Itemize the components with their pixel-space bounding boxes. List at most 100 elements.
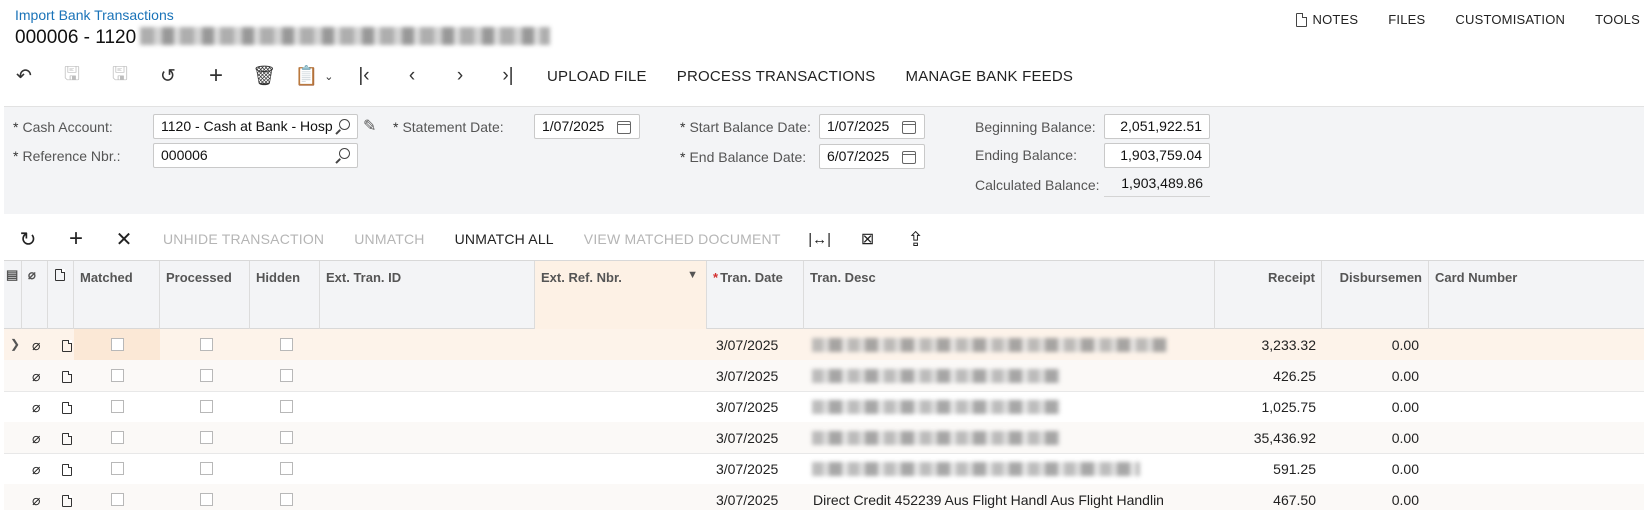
table-row[interactable]: ⌀ 3/07/2025 Direct Credit 452239 Aus Fligh… [4, 484, 1644, 510]
table-row[interactable]: ⌀ 3/07/2025 1,025.75 0.00 [4, 391, 1644, 423]
add-icon[interactable]: + [192, 60, 240, 92]
calendar-icon[interactable] [617, 121, 631, 134]
ext-ref-nbr-cell[interactable] [535, 360, 707, 392]
tran-desc-cell[interactable] [804, 329, 1215, 361]
hidden-checkbox[interactable] [280, 400, 293, 413]
previous-record-icon[interactable]: ‹ [388, 60, 436, 92]
card-number-cell[interactable] [1429, 422, 1644, 454]
ext-tran-id-cell[interactable] [320, 453, 535, 485]
manage-bank-feeds-button[interactable]: MANAGE BANK FEEDS [891, 68, 1089, 85]
process-transactions-button[interactable]: PROCESS TRANSACTIONS [662, 68, 891, 85]
col-tran-date[interactable]: * Tran. Date [707, 261, 804, 329]
row-selector-header-icon[interactable]: ▤ [4, 261, 22, 329]
processed-cell[interactable] [160, 329, 250, 361]
refresh-icon[interactable]: ↻ [4, 224, 52, 254]
calendar-icon[interactable] [902, 151, 916, 164]
tran-date-cell[interactable]: 3/07/2025 [707, 360, 804, 392]
matched-cell[interactable] [74, 391, 160, 423]
hidden-cell[interactable] [250, 360, 320, 392]
fit-columns-icon[interactable]: |↔| [796, 224, 844, 254]
col-disbursement[interactable]: Disbursemen [1322, 261, 1429, 329]
matched-cell[interactable] [74, 484, 160, 510]
ext-tran-id-cell[interactable] [320, 484, 535, 510]
processed-checkbox[interactable] [200, 369, 213, 382]
ext-ref-nbr-cell[interactable] [535, 329, 707, 361]
matched-checkbox[interactable] [111, 493, 124, 506]
ext-ref-nbr-cell[interactable] [535, 391, 707, 423]
ext-tran-id-cell[interactable] [320, 391, 535, 423]
notes-link[interactable]: NOTES [1281, 12, 1373, 27]
hidden-cell[interactable] [250, 484, 320, 510]
matched-cell[interactable] [74, 360, 160, 392]
processed-checkbox[interactable] [200, 400, 213, 413]
filter-icon[interactable]: ▼ [687, 269, 698, 281]
upload-icon[interactable]: ⇪ [892, 224, 940, 254]
col-hidden[interactable]: Hidden [250, 261, 320, 329]
ext-tran-id-cell[interactable] [320, 360, 535, 392]
calendar-icon[interactable] [902, 121, 916, 134]
matched-checkbox[interactable] [111, 462, 124, 475]
col-receipt[interactable]: Receipt [1215, 261, 1322, 329]
matched-cell[interactable] [74, 422, 160, 454]
hidden-checkbox[interactable] [280, 431, 293, 444]
table-row[interactable]: ⌀ 3/07/2025 591.25 0.00 [4, 453, 1644, 485]
disbursement-cell[interactable]: 0.00 [1322, 484, 1425, 510]
disbursement-cell[interactable]: 0.00 [1322, 453, 1425, 485]
ext-tran-id-cell[interactable] [320, 422, 535, 454]
attachment-icon[interactable]: ⌀ [26, 484, 48, 510]
matched-cell[interactable] [74, 329, 160, 361]
card-number-cell[interactable] [1429, 391, 1644, 423]
receipt-cell[interactable]: 3,233.32 [1215, 329, 1322, 361]
tran-desc-cell[interactable] [804, 422, 1215, 454]
hidden-checkbox[interactable] [280, 338, 293, 351]
processed-cell[interactable] [160, 484, 250, 510]
tran-desc-cell[interactable] [804, 453, 1215, 485]
card-number-cell[interactable] [1429, 484, 1644, 510]
search-icon[interactable] [339, 119, 350, 130]
tran-desc-cell[interactable] [804, 360, 1215, 392]
attachment-icon[interactable]: ⌀ [26, 422, 48, 454]
receipt-cell[interactable]: 467.50 [1215, 484, 1322, 510]
col-processed[interactable]: Processed [160, 261, 250, 329]
col-ext-tran-id[interactable]: Ext. Tran. ID [320, 261, 535, 329]
cancel-icon[interactable]: ↺ [144, 60, 192, 92]
next-record-icon[interactable]: › [436, 60, 484, 92]
unmatch-all-button[interactable]: UNMATCH ALL [440, 231, 569, 247]
ext-tran-id-cell[interactable] [320, 329, 535, 361]
matched-checkbox[interactable] [111, 338, 124, 351]
disbursement-cell[interactable]: 0.00 [1322, 329, 1425, 361]
tran-desc-cell[interactable]: Direct Credit 452239 Aus Flight Handl Au… [804, 484, 1164, 510]
reference-nbr-field[interactable]: 000006 [153, 143, 358, 168]
edit-pencil-icon[interactable]: ✎ [363, 116, 376, 136]
hidden-cell[interactable] [250, 391, 320, 423]
delete-row-icon[interactable]: ✕ [100, 224, 148, 254]
processed-checkbox[interactable] [200, 462, 213, 475]
attachment-icon[interactable]: ⌀ [26, 360, 48, 392]
unhide-transaction-button[interactable]: UNHIDE TRANSACTION [148, 231, 339, 247]
add-row-icon[interactable]: + [52, 224, 100, 254]
receipt-cell[interactable]: 426.25 [1215, 360, 1322, 392]
disbursement-cell[interactable]: 0.00 [1322, 360, 1425, 392]
disbursement-cell[interactable]: 0.00 [1322, 422, 1425, 454]
matched-checkbox[interactable] [111, 431, 124, 444]
matched-cell[interactable] [74, 453, 160, 485]
processed-cell[interactable] [160, 453, 250, 485]
processed-cell[interactable] [160, 360, 250, 392]
attachment-icon[interactable]: ⌀ [26, 391, 48, 423]
tools-link[interactable]: TOOLS [1580, 12, 1644, 27]
processed-cell[interactable] [160, 422, 250, 454]
tran-date-cell[interactable]: 3/07/2025 [707, 391, 804, 423]
statement-date-field[interactable]: 1/07/2025 [534, 114, 640, 139]
ext-ref-nbr-cell[interactable] [535, 484, 707, 510]
tran-desc-cell[interactable] [804, 391, 1215, 423]
customisation-link[interactable]: CUSTOMISATION [1440, 12, 1580, 27]
ext-ref-nbr-cell[interactable] [535, 453, 707, 485]
search-icon[interactable] [339, 148, 350, 159]
files-link[interactable]: FILES [1373, 12, 1440, 27]
tran-date-cell[interactable]: 3/07/2025 [707, 453, 804, 485]
table-row[interactable]: ⌀ 3/07/2025 426.25 0.00 [4, 360, 1644, 392]
tran-date-cell[interactable]: 3/07/2025 [707, 422, 804, 454]
processed-checkbox[interactable] [200, 493, 213, 506]
col-matched[interactable]: Matched [74, 261, 160, 329]
hidden-checkbox[interactable] [280, 462, 293, 475]
